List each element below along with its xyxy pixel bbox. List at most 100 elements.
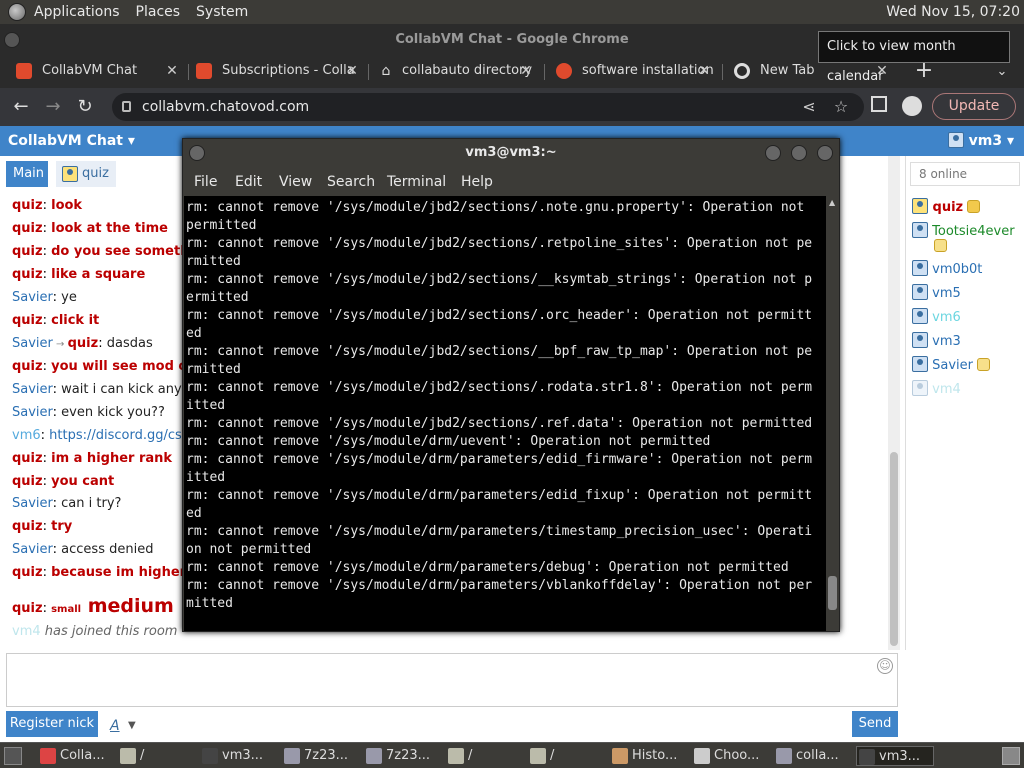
register-nick-button[interactable]: Register nick [6, 711, 98, 737]
taskbar-item[interactable]: Histo... [610, 746, 688, 766]
clock[interactable]: Wed Nov 15, 07:20 [886, 0, 1020, 24]
scroll-up-icon[interactable]: ▲ [829, 198, 835, 207]
user-icon [62, 166, 78, 182]
message-nick[interactable]: quiz [12, 244, 43, 259]
scroll-thumb[interactable] [828, 576, 837, 610]
user-icon [947, 132, 964, 148]
send-button[interactable]: Send [852, 711, 898, 737]
user-list-item[interactable]: vm3 [912, 332, 961, 349]
scroll-thumb[interactable] [890, 452, 898, 646]
message-nick[interactable]: Savier [12, 290, 53, 305]
taskbar-item[interactable]: Choo... [692, 746, 770, 766]
user-name: vm4 [928, 382, 961, 397]
maximize-icon[interactable] [791, 145, 807, 161]
taskbar-item[interactable]: / [446, 746, 524, 766]
close-icon[interactable]: ✕ [342, 56, 362, 86]
message-nick[interactable]: quiz [12, 474, 43, 489]
forward-icon[interactable]: → [42, 96, 64, 118]
menu-terminal[interactable]: Terminal [387, 167, 446, 197]
terminal-scrollbar[interactable]: ▲ [826, 196, 839, 631]
taskbar-item[interactable]: 7z23... [364, 746, 442, 766]
message-nick[interactable]: Savier [12, 496, 53, 511]
user-icon [912, 308, 928, 324]
terminal-output[interactable]: rm: cannot remove '/sys/module/jbd2/sect… [184, 196, 826, 631]
message-nick[interactable]: quiz [12, 565, 43, 580]
shield-icon [934, 239, 947, 252]
message-nick[interactable]: vm6 [12, 428, 41, 443]
close-icon[interactable]: ✕ [162, 56, 182, 86]
gnome-logo-icon[interactable] [8, 3, 26, 21]
message-nick[interactable]: vm4 [12, 624, 41, 639]
share-icon[interactable]: ⋖ [798, 93, 820, 121]
menu-search[interactable]: Search [327, 167, 375, 197]
close-icon[interactable]: ✕ [694, 56, 714, 86]
menu-help[interactable]: Help [461, 167, 493, 197]
tab-collabvm-chat[interactable]: CollabVM Chat ✕ [0, 56, 188, 88]
taskbar-item[interactable]: 7z23... [282, 746, 360, 766]
menu-file[interactable]: File [194, 167, 217, 197]
back-icon[interactable]: ← [10, 96, 32, 118]
close-icon[interactable] [817, 145, 833, 161]
message-nick[interactable]: quiz [12, 198, 43, 213]
taskbar-item[interactable]: Colla... [38, 746, 116, 766]
user-name: quiz [928, 200, 964, 215]
window-menu-icon[interactable] [4, 32, 20, 48]
current-user-menu[interactable]: vm3 ▾ [947, 126, 1014, 156]
user-list-item[interactable]: Savier [912, 356, 990, 373]
message-nick[interactable]: quiz [68, 336, 99, 351]
profile-avatar-icon[interactable] [902, 96, 922, 116]
taskbar-item[interactable]: / [118, 746, 196, 766]
user-list-item[interactable]: vm4 [912, 380, 961, 397]
applications-menu[interactable]: Applications [26, 0, 128, 24]
shield-icon [977, 358, 990, 371]
chat-message: quiz: look at the time [12, 221, 168, 236]
menu-view[interactable]: View [279, 167, 312, 197]
smiley-icon[interactable]: ☺ [877, 658, 893, 674]
chat-message: quiz: look [12, 198, 83, 213]
chevron-down-icon[interactable]: ▼ [128, 720, 136, 731]
user-list-item[interactable]: vm5 [912, 284, 961, 301]
taskbar-item[interactable]: vm3... [200, 746, 278, 766]
show-desktop-icon[interactable] [4, 747, 22, 765]
workspace-switcher[interactable] [1002, 747, 1020, 765]
tab-main[interactable]: Main [6, 161, 48, 187]
taskbar-item[interactable]: colla... [774, 746, 852, 766]
minimize-icon[interactable] [765, 145, 781, 161]
message-nick[interactable]: quiz [12, 267, 43, 282]
system-menu[interactable]: System [188, 0, 256, 24]
update-button[interactable]: Update [932, 93, 1016, 120]
reload-icon[interactable]: ↻ [74, 96, 96, 118]
address-bar[interactable]: collabvm.chatovod.com ⋖ ☆ [112, 93, 864, 121]
tab-collabauto[interactable]: ⌂ collabauto directory ✕ [362, 56, 542, 88]
collabvm-icon [196, 63, 212, 79]
message-nick[interactable]: Savier [12, 405, 53, 420]
taskbar-item[interactable]: / [528, 746, 606, 766]
message-nick[interactable]: quiz [12, 221, 43, 236]
close-icon[interactable]: ✕ [516, 56, 536, 86]
tab-subscriptions[interactable]: Subscriptions - Colla ✕ [180, 56, 368, 88]
tab-quiz[interactable]: quiz [56, 161, 116, 187]
user-list-item[interactable]: Tootsie4ever [912, 222, 1015, 252]
menu-edit[interactable]: Edit [235, 167, 262, 197]
chat-title-menu[interactable]: CollabVM Chat ▾ [8, 126, 135, 156]
user-list-item[interactable]: vm0b0t [912, 260, 982, 277]
user-list-item[interactable]: vm6 [912, 308, 961, 325]
message-nick[interactable]: quiz [12, 451, 43, 466]
bookmark-star-icon[interactable]: ☆ [830, 93, 852, 121]
sidepanel-icon[interactable] [871, 96, 887, 112]
user-list-item[interactable]: quiz [912, 198, 981, 215]
message-nick[interactable]: Savier [12, 336, 53, 351]
chat-message: Savier: ye [12, 290, 77, 305]
message-nick[interactable]: Savier [12, 542, 53, 557]
places-menu[interactable]: Places [128, 0, 189, 24]
message-nick[interactable]: Savier [12, 382, 53, 397]
message-nick[interactable]: quiz [12, 313, 43, 328]
message-nick[interactable]: quiz [12, 519, 43, 534]
message-nick[interactable]: quiz [12, 601, 43, 616]
taskbar-item[interactable]: vm3... [856, 746, 934, 766]
tab-software-installation[interactable]: software installation ✕ [540, 56, 720, 88]
message-input[interactable]: ☺ [6, 653, 898, 707]
chat-scrollbar[interactable] [888, 156, 900, 650]
text-format-icon[interactable]: A [110, 718, 120, 734]
message-nick[interactable]: quiz [12, 359, 43, 374]
